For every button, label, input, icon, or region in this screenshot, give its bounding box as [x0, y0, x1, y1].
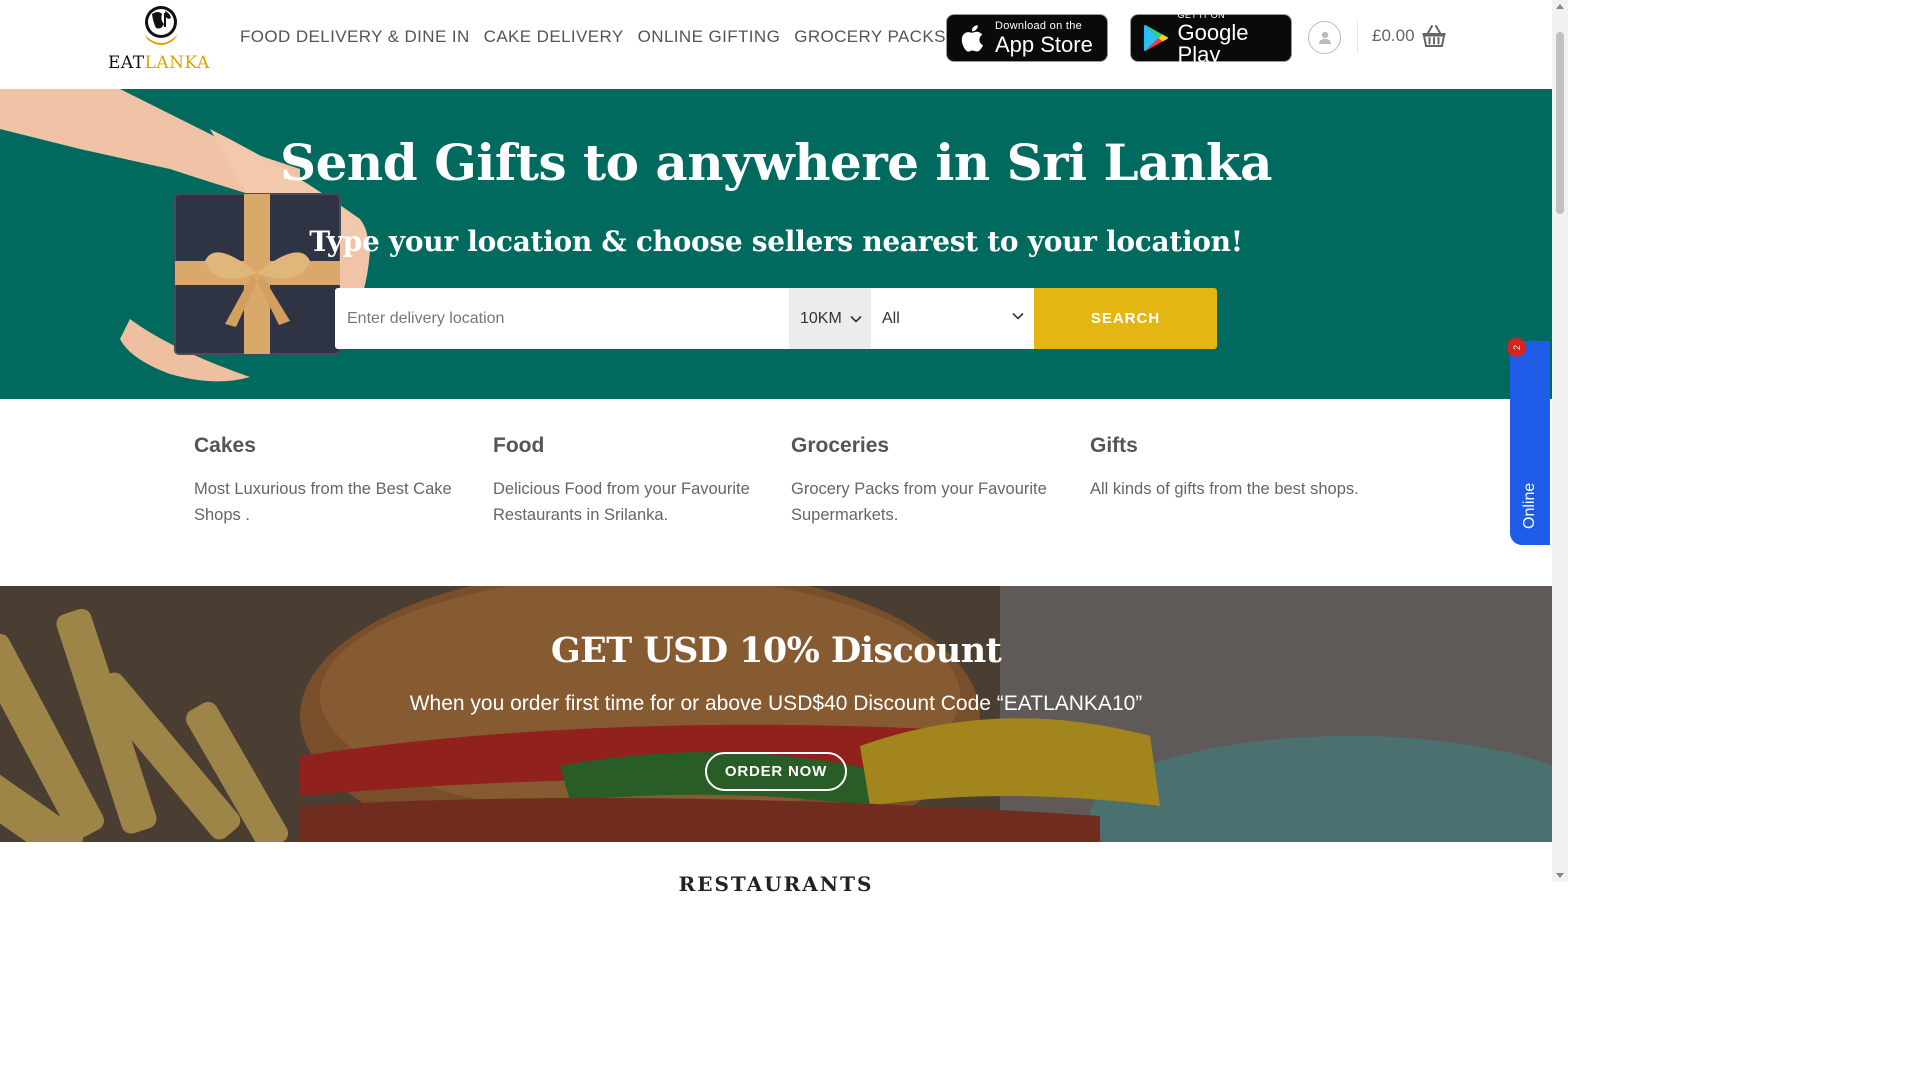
site-header: EATLANKA FOOD DELIVERY & DINE IN CAKE DE… [0, 0, 1552, 89]
app-store-big: App Store [995, 31, 1093, 57]
logo-lanka: LANKA [144, 53, 210, 73]
category-select[interactable]: All [871, 288, 1034, 349]
category-title: Cakes [194, 434, 256, 457]
basket-icon [1422, 25, 1446, 47]
google-play-text: GET IT ON Google Play [1177, 9, 1291, 67]
category-description: All kinds of gifts from the best shops. [1090, 480, 1359, 498]
nav-online-gifting[interactable]: ONLINE GIFTING [638, 27, 781, 47]
location-search-bar: 10KM All SEARCH [335, 288, 1217, 349]
logo-eat: EAT [108, 53, 145, 73]
restaurants-heading: RESTAURANTS [678, 872, 874, 896]
hero-banner: Send Gifts to anywhere in Sri Lanka Type… [0, 89, 1552, 399]
cart-amount: £0.00 [1372, 26, 1415, 45]
scroll-up-arrow[interactable] [1556, 4, 1564, 9]
account-button[interactable] [1308, 21, 1341, 54]
nav-cake-delivery[interactable]: CAKE DELIVERY [484, 27, 624, 47]
category-value: All [882, 309, 900, 327]
category-title: Gifts [1090, 434, 1138, 457]
online-label: Online [1521, 482, 1538, 529]
google-play-small: GET IT ON [1177, 9, 1225, 20]
main-nav: FOOD DELIVERY & DINE IN CAKE DELIVERY ON… [240, 27, 946, 47]
app-store-small: Download on the [995, 19, 1083, 32]
eatlanka-logo[interactable]: EATLANKA [104, 2, 214, 74]
category-description: Delicious Food from your Favourite Resta… [493, 480, 750, 524]
page-scrollbar[interactable] [1552, 0, 1568, 882]
promo-subtitle: When you order first time for or above U… [409, 692, 1143, 715]
logo-globe-icon [144, 6, 178, 45]
nav-food-delivery[interactable]: FOOD DELIVERY & DINE IN [240, 27, 470, 47]
search-button[interactable]: SEARCH [1034, 288, 1217, 349]
category-title: Groceries [791, 434, 890, 457]
apple-icon [961, 25, 983, 52]
category-cakes[interactable]: Cakes Most Luxurious from the Best Cake … [194, 434, 469, 528]
logo-wordmark: EATLANKA [108, 53, 210, 73]
chevron-down-icon [850, 315, 862, 323]
scroll-down-arrow[interactable] [1556, 873, 1564, 878]
distance-select[interactable]: 10KM [789, 288, 871, 349]
category-title: Food [493, 434, 545, 457]
header-divider [1357, 22, 1358, 52]
discount-promo-banner: GET USD 10% Discount When you order firs… [0, 586, 1552, 842]
google-play-big: Google Play [1177, 19, 1249, 67]
category-groceries[interactable]: Groceries Grocery Packs from your Favour… [791, 434, 1066, 528]
order-now-button[interactable]: ORDER NOW [705, 752, 847, 791]
category-description: Grocery Packs from your Favourite Superm… [791, 480, 1047, 524]
scrollbar-thumb[interactable] [1556, 32, 1564, 214]
hero-subtitle: Type your location & choose sellers near… [309, 225, 1243, 258]
google-play-icon [1144, 24, 1168, 52]
online-chat-tab[interactable]: Online [1510, 341, 1550, 545]
notification-badge: 2 [1507, 338, 1526, 357]
category-description: Most Luxurious from the Best Cake Shops … [194, 480, 452, 524]
app-store-button[interactable]: Download on the App Store [946, 14, 1108, 62]
nav-grocery-packs[interactable]: GROCERY PACKS [794, 27, 946, 47]
category-food[interactable]: Food Delicious Food from your Favourite … [493, 434, 768, 528]
promo-title: GET USD 10% Discount [550, 630, 1002, 671]
distance-value: 10KM [800, 309, 842, 327]
category-features: Cakes Most Luxurious from the Best Cake … [194, 434, 1394, 554]
cart-button[interactable]: £0.00 [1372, 24, 1447, 48]
hero-title: Send Gifts to anywhere in Sri Lanka [280, 133, 1272, 192]
delivery-location-input[interactable] [335, 288, 789, 349]
google-play-button[interactable]: GET IT ON Google Play [1130, 10, 1292, 65]
user-icon [1318, 31, 1331, 44]
app-store-text: Download on the App Store [995, 19, 1093, 57]
chevron-down-icon [1012, 312, 1024, 320]
category-gifts[interactable]: Gifts All kinds of gifts from the best s… [1090, 434, 1365, 502]
